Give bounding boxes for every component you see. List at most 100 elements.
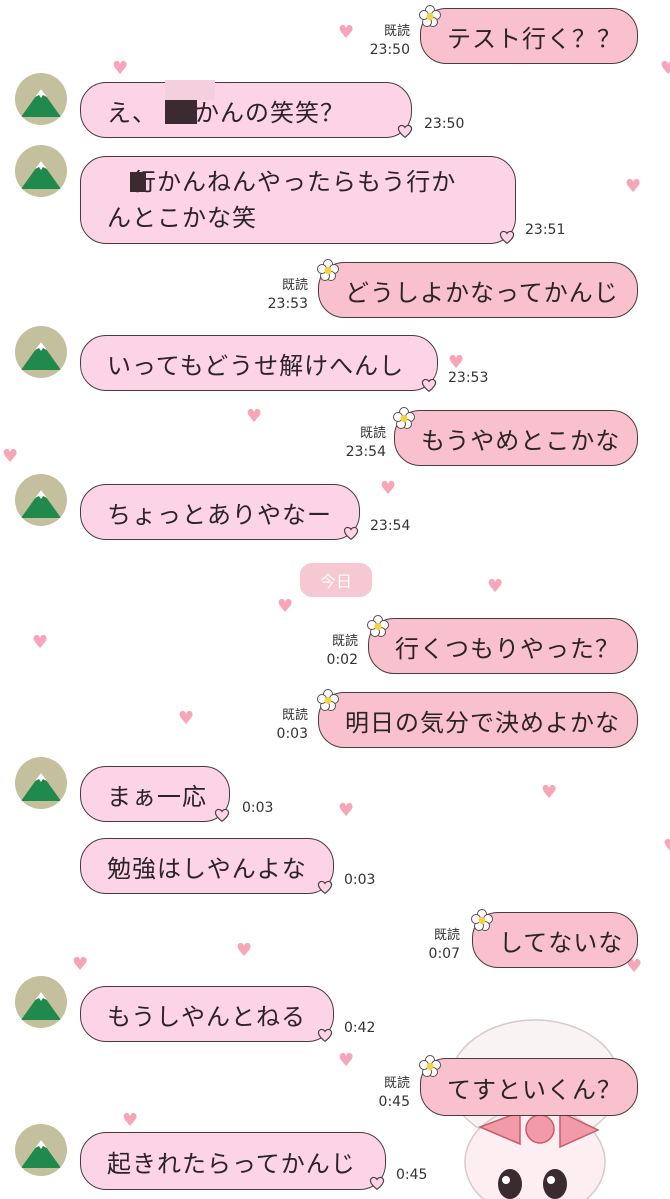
message-bubble[interactable]: ちょっとありやなー <box>80 484 360 540</box>
redaction-block <box>165 80 215 100</box>
message-bubble[interactable]: え、 いかんの笑笑？ <box>80 82 412 138</box>
redaction-block <box>130 172 146 192</box>
message-text: どうしよかなってかんじ <box>345 278 619 307</box>
message-text: え、 いかんの笑笑？ <box>107 98 345 127</box>
message-bubble[interactable]: どうしよかなってかんじ <box>318 262 638 318</box>
date-divider: 今日 <box>300 563 372 597</box>
message-bubble[interactable]: 行くつもりやった？ <box>368 618 638 674</box>
flower-icon <box>317 689 339 711</box>
contact-avatar[interactable] <box>15 757 67 809</box>
message-text: 起きれたらってかんじ <box>107 1149 356 1178</box>
heart-icon: ♥ <box>487 576 504 597</box>
mountain-avatar-icon <box>21 161 61 189</box>
message-bubble[interactable]: もうやめとこかな <box>394 410 638 466</box>
heart-tail-icon <box>317 880 333 895</box>
contact-avatar[interactable] <box>15 976 67 1028</box>
heart-icon: ♥ <box>541 782 558 803</box>
heart-icon: ♥ <box>660 58 670 79</box>
mountain-avatar-icon <box>21 490 61 518</box>
message-text: ちょっとありやなー <box>107 500 332 529</box>
message-time: 0:45 <box>396 1167 428 1183</box>
message-bubble[interactable]: 起きれたらってかんじ <box>80 1132 386 1190</box>
message-time: 23:54 <box>370 518 411 534</box>
heart-icon: ♥ <box>663 838 670 856</box>
heart-tail-icon <box>317 1028 333 1043</box>
read-receipt: 既読 <box>433 928 460 943</box>
heart-tail-icon <box>499 230 515 245</box>
contact-avatar[interactable] <box>15 474 67 526</box>
message-time: 23:54 <box>345 444 386 460</box>
message-time: 23:53 <box>448 370 489 386</box>
heart-icon: ♥ <box>32 632 49 653</box>
flower-icon <box>419 5 441 27</box>
heart-icon: ♥ <box>338 800 355 821</box>
read-receipt: 既読 <box>383 24 410 39</box>
heart-tail-icon <box>343 526 359 541</box>
flower-icon <box>317 259 339 281</box>
message-time: 23:53 <box>267 296 308 312</box>
heart-icon: ♥ <box>338 22 355 43</box>
message-bubble[interactable]: 明日の気分で決めよかな <box>318 692 638 748</box>
heart-icon: ♥ <box>178 708 195 729</box>
heart-tail-icon <box>214 808 230 823</box>
message-time: 23:51 <box>525 222 566 238</box>
message-bubble[interactable]: 行かんねんやったらもう行か んとこかな笑 <box>80 156 516 244</box>
message-bubble[interactable]: テスト行く？？ <box>420 8 638 64</box>
message-text: まぁ一応 <box>107 782 207 811</box>
mountain-avatar-icon <box>21 992 61 1020</box>
message-time: 0:03 <box>276 726 308 742</box>
mountain-avatar-icon <box>21 773 61 801</box>
flower-icon <box>471 909 493 931</box>
message-meta: 既読 0:07 <box>408 926 460 964</box>
message-bubble[interactable]: もうしやんとねる <box>80 986 334 1042</box>
message-time: 0:03 <box>242 800 274 816</box>
flower-icon <box>419 1055 441 1077</box>
message-meta: 既読 0:45 <box>358 1074 410 1112</box>
message-bubble[interactable]: てすといくん？ <box>420 1058 638 1116</box>
message-text: してないな <box>499 928 624 957</box>
message-meta: 既読 0:03 <box>256 706 308 744</box>
message-text: 明日の気分で決めよかな <box>345 708 620 737</box>
heart-icon: ♥ <box>448 352 465 373</box>
message-meta: 既読 23:53 <box>256 276 308 314</box>
heart-tail-icon <box>421 378 437 393</box>
heart-icon: ♥ <box>277 596 294 617</box>
heart-icon: ♥ <box>625 176 642 197</box>
mountain-avatar-icon <box>21 89 61 117</box>
message-bubble[interactable]: してないな <box>472 912 638 968</box>
contact-avatar[interactable] <box>15 1124 67 1176</box>
message-bubble[interactable]: いってもどうせ解けへんし <box>80 335 438 391</box>
message-bubble[interactable]: まぁ一応 <box>80 766 230 822</box>
heart-icon: ♥ <box>72 954 89 975</box>
heart-icon: ♥ <box>380 478 397 499</box>
read-receipt: 既読 <box>281 278 308 293</box>
message-time: 23:50 <box>369 42 410 58</box>
mountain-avatar-icon <box>21 1140 61 1168</box>
message-text: もうしやんとねる <box>107 1002 307 1031</box>
message-meta: 既読 23:54 <box>334 424 386 462</box>
message-bubble[interactable]: 勉強はしやんよな <box>80 838 334 894</box>
message-time: 0:42 <box>344 1020 376 1036</box>
flower-icon <box>367 615 389 637</box>
message-meta: 既読 23:50 <box>358 22 410 60</box>
message-text: 行くつもりやった？ <box>395 634 620 663</box>
read-receipt: 既読 <box>281 708 308 723</box>
mountain-avatar-icon <box>21 342 61 370</box>
message-time: 23:50 <box>424 116 465 132</box>
flower-icon <box>393 407 415 429</box>
message-text: てすといくん？ <box>447 1075 622 1104</box>
redaction-block <box>165 100 197 124</box>
read-receipt: 既読 <box>359 426 386 441</box>
contact-avatar[interactable] <box>15 326 67 378</box>
contact-avatar[interactable] <box>15 73 67 125</box>
read-receipt: 既読 <box>383 1076 410 1091</box>
message-meta: 既読 0:02 <box>306 632 358 670</box>
heart-icon: ♥ <box>2 446 19 467</box>
message-text-line-1: 行かんねんやったらもう行か <box>107 168 457 196</box>
message-time: 0:45 <box>378 1094 410 1110</box>
heart-tail-icon <box>369 1176 385 1191</box>
message-time: 0:02 <box>326 652 358 668</box>
contact-avatar[interactable] <box>15 145 67 197</box>
message-text-line-2: んとこかな笑 <box>107 204 257 232</box>
message-text: いってもどうせ解けへんし <box>107 351 405 380</box>
